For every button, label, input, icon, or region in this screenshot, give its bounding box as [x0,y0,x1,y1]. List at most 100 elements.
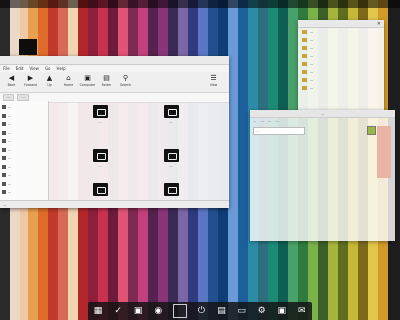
folder-icon [302,46,307,50]
up-icon: ▲ [46,74,53,82]
toolbar-up-button[interactable]: ▲ Up [40,72,59,88]
drive-icon[interactable]: ▭ [236,306,247,317]
sidebar-item[interactable]: ... [0,103,48,112]
list-item-label: ... [310,46,314,50]
list-item[interactable]: ... [298,52,384,60]
list-item[interactable]: ... [298,60,384,68]
menu-go[interactable]: Go [45,65,51,72]
menu-view[interactable]: View [29,65,39,72]
toolbar-home-button[interactable]: ⌂ Home [59,72,78,88]
folder-icon[interactable]: ▤ [216,306,227,317]
toolbar-label: Computer [79,83,96,87]
toolbar: ◀ Back ▶ Forward ▲ Up ⌂ Home ▣ Computer ▤ Fold… [0,72,229,93]
menu-item[interactable]: ... [275,118,278,124]
folder-icon [302,70,307,74]
breadcrumb-item[interactable]: ... [3,94,15,101]
folder-icon [302,38,307,42]
terminal-icon[interactable]: ▣ [276,306,287,317]
toolbar-forward-button[interactable]: ▶ Forward [21,72,40,88]
dock: ▦ ✓ ▣ ◉ ⏻ ▤ ▭ ⚙ ▣ ✉ [88,302,312,320]
sidebar-item[interactable]: ... [0,137,48,146]
toolbar-folder-button[interactable]: ▤ Folder [97,72,116,88]
file-item[interactable]: ... [87,149,113,168]
place-icon [2,130,6,135]
minimized-window[interactable] [19,39,37,55]
folder-icon [163,183,179,196]
list-item[interactable]: ... [298,28,384,36]
checkmark-icon[interactable]: ✓ [113,306,124,317]
list-item[interactable]: ... [298,84,384,92]
image-viewer-icon[interactable]: ▦ [93,306,104,317]
sidebar-item[interactable]: ... [0,120,48,129]
folder-icon [302,30,307,34]
breadcrumb-item[interactable]: ... [17,94,29,101]
folder-icon [302,78,307,82]
list-item[interactable]: ... [298,68,384,76]
place-icon [2,113,6,118]
sidebar-item[interactable]: ... [0,146,48,155]
sidebar-item-label: ... [8,105,12,110]
toolbar-label: Forward [24,83,37,87]
sidebar-item[interactable]: ... [0,171,48,180]
list-item[interactable]: ... [298,36,384,44]
window-title-bar[interactable] [0,56,229,65]
settings-icon[interactable]: ⚙ [256,306,267,317]
sidebar-item[interactable]: ... [0,112,48,121]
file-item[interactable]: ... [158,105,184,124]
blank-window-icon[interactable] [172,304,187,318]
menu-item[interactable]: ... [268,118,271,124]
menu-bar: File Edit View Go Help [0,65,229,72]
menu-help[interactable]: Help [57,65,66,72]
window-title[interactable]: ... [250,110,395,118]
screenshot-icon[interactable]: ▣ [133,306,144,317]
window-title-bar[interactable] [298,20,384,28]
menu-file[interactable]: File [3,65,10,72]
file-grid: ... ... ... ... ... ... [49,101,229,202]
file-item[interactable]: ... [87,105,113,124]
sidebar-item-label: ... [8,130,12,135]
toolbar-label: View [209,83,218,87]
file-item[interactable]: ... [158,149,184,168]
toolbar-back-button[interactable]: ◀ Back [2,72,21,88]
place-icon [2,105,6,110]
text-input[interactable] [253,126,305,135]
toolbar-view-button[interactable]: ☰ View [204,72,223,88]
folder-icon [302,62,307,66]
menu-item[interactable]: ... [260,118,263,124]
list-item-label: ... [310,62,314,66]
power-icon[interactable]: ⏻ [196,306,207,317]
toolbar-label: Up [47,83,52,87]
toolbar-search-button[interactable]: ⚲ Search [116,72,135,88]
view-icon: ☰ [210,74,217,82]
folder-icon [302,86,307,90]
list-item[interactable]: ... [298,76,384,84]
list-item-label: ... [310,86,314,90]
camera-icon[interactable]: ◉ [153,306,164,317]
place-icon [2,122,6,127]
sidebar-item[interactable]: ... [0,163,48,172]
status-bar: ... [0,200,229,208]
input-row [250,124,395,137]
sidebar-item-label: ... [8,164,12,169]
chat-icon[interactable]: ✉ [296,306,307,317]
folder-icon: ▤ [103,74,110,82]
back-icon: ◀ [8,74,15,82]
place-icon [2,156,6,161]
place-icon [2,164,6,169]
color-chip[interactable] [367,126,376,135]
sidebar-item-label: ... [8,139,12,144]
close-icon[interactable]: ✕ [377,21,381,27]
sidebar-item[interactable]: ... [0,188,48,197]
camera-folder-icon [92,183,108,196]
sidebar-item-label: ... [8,181,12,186]
list-item[interactable]: ... [298,44,384,52]
file-label: ... [98,164,102,168]
menu-item[interactable]: ... [253,118,256,124]
sidebar-item[interactable]: ... [0,154,48,163]
sidebar-item[interactable]: ... [0,129,48,138]
folder-icon [163,105,179,118]
sidebar-item[interactable]: ... [0,180,48,189]
menu-edit[interactable]: Edit [16,65,24,72]
toolbar-computer-button[interactable]: ▣ Computer [78,72,97,88]
file-label: ... [98,120,102,124]
